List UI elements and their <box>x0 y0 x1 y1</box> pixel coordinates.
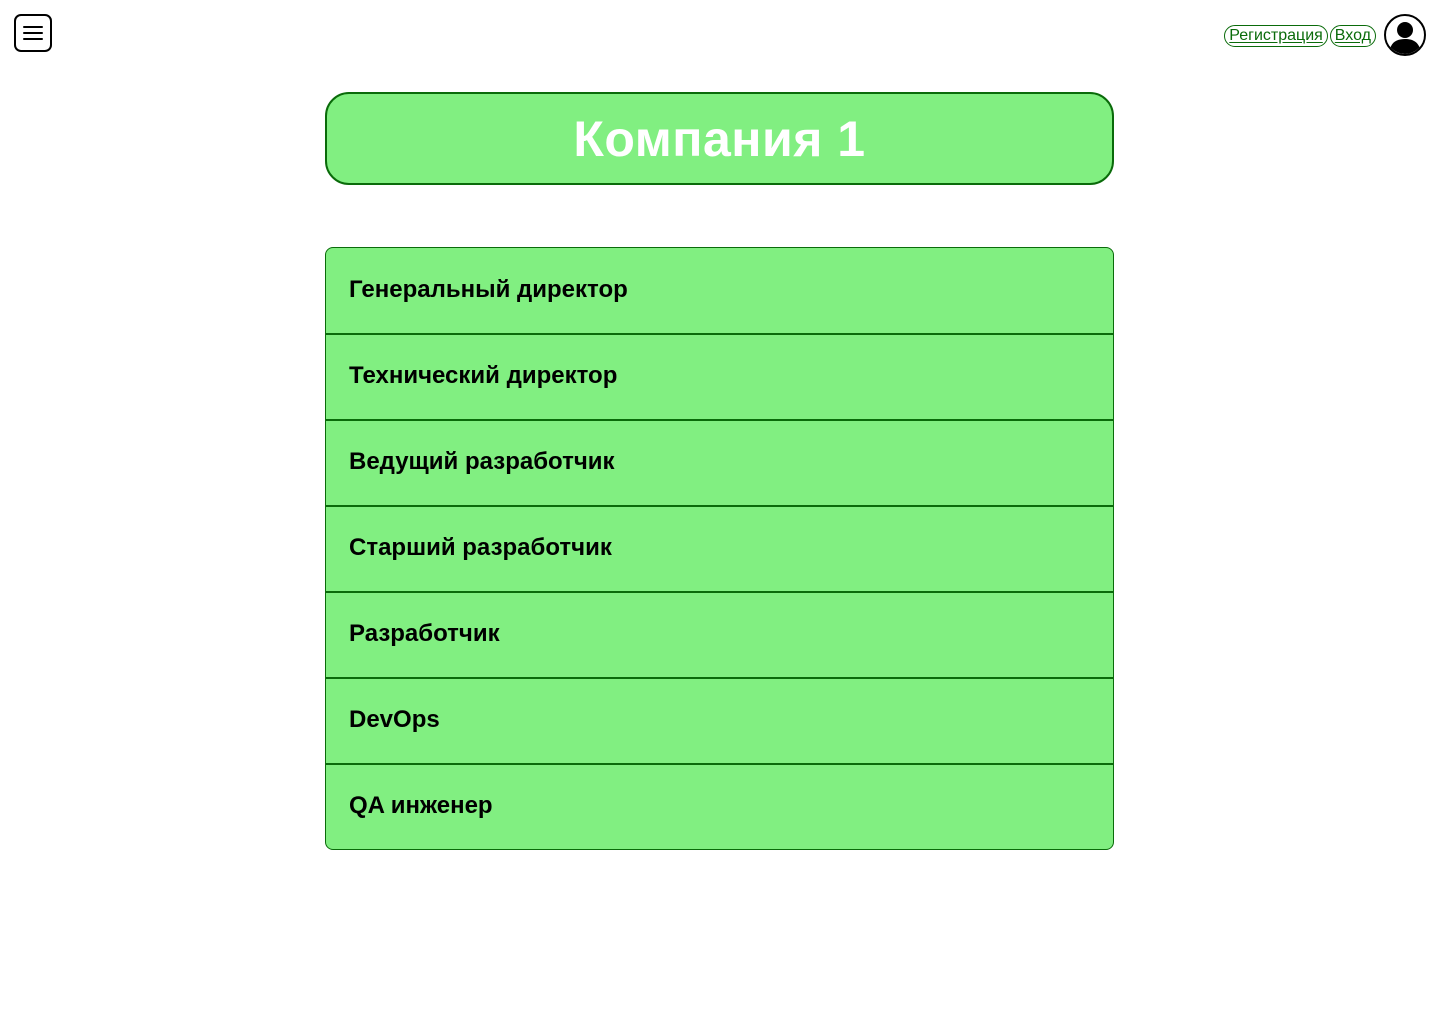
menu-bar <box>23 26 43 28</box>
role-label: Генеральный директор <box>349 275 628 303</box>
list-item-role[interactable]: Генеральный директор <box>326 248 1113 333</box>
list-item-role[interactable]: QA инженер <box>326 763 1113 849</box>
login-link[interactable]: Вход <box>1329 25 1376 47</box>
role-label: Старший разработчик <box>349 534 612 561</box>
list-item-role[interactable]: Ведущий разработчик <box>326 419 1113 505</box>
roles-list: Генеральный директор Технический директо… <box>325 247 1114 850</box>
list-item-role[interactable]: Технический директор <box>326 333 1113 419</box>
menu-bar <box>23 38 43 40</box>
role-label: Разработчик <box>349 620 500 647</box>
menu-bar <box>23 32 43 34</box>
auth-controls: Регистрация Вход <box>1224 14 1426 56</box>
list-item-role[interactable]: Старший разработчик <box>326 505 1113 591</box>
page: Регистрация Вход Компания 1 Генеральный … <box>0 0 1440 1024</box>
page-title: Компания 1 <box>573 110 866 167</box>
role-label: QA инженер <box>349 792 493 819</box>
list-item-role[interactable]: Разработчик <box>326 591 1113 677</box>
role-label: Ведущий разработчик <box>349 448 615 475</box>
company-title-banner: Компания 1 <box>325 92 1114 185</box>
hamburger-menu-icon[interactable] <box>14 14 52 52</box>
role-label: DevOps <box>349 706 440 733</box>
user-silhouette-icon <box>1389 22 1421 54</box>
register-link[interactable]: Регистрация <box>1224 25 1328 47</box>
role-label: Технический директор <box>349 362 618 389</box>
list-item-role[interactable]: DevOps <box>326 677 1113 763</box>
user-avatar-icon[interactable] <box>1384 14 1426 56</box>
